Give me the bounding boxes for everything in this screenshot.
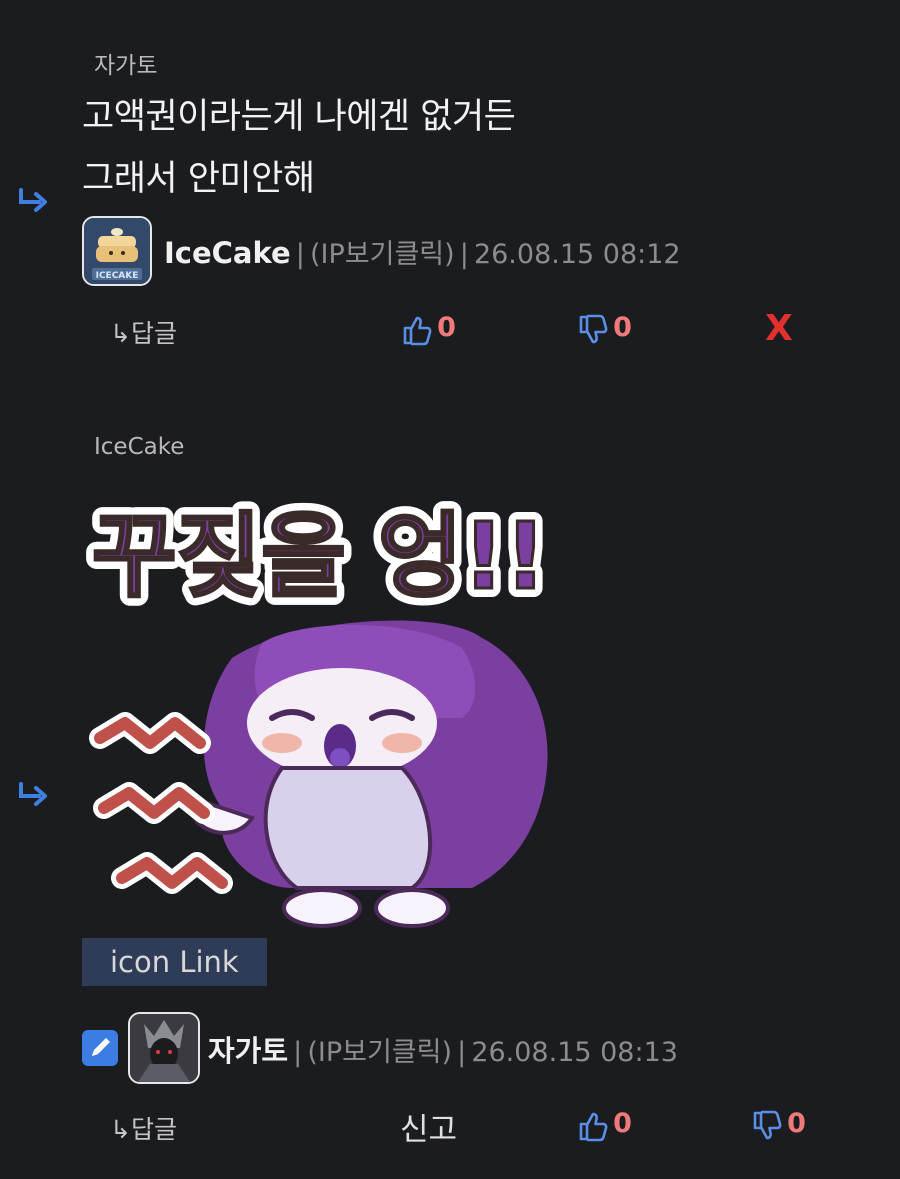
sticker-image: 꾸짖을 엉!! 꾸짖을 엉!!	[82, 468, 556, 938]
like-button[interactable]: 0	[578, 1108, 632, 1146]
avatar-logo-text: ICECAKE	[96, 271, 139, 281]
separator: |	[459, 239, 469, 270]
dislike-count: 0	[787, 1108, 806, 1139]
comment-text-line: 고액권이라는게 나에겐 없거든	[82, 97, 516, 137]
reply-to-user: 자가토	[94, 53, 158, 79]
ip-view-link[interactable]: (IP보기클릭)	[307, 1037, 452, 1068]
icon-link-button[interactable]: icon Link	[82, 938, 267, 986]
thumbs-up-icon	[578, 1110, 608, 1146]
delete-button[interactable]: X	[765, 308, 793, 349]
comment-text-line: 그래서 안미안해	[82, 159, 315, 199]
sticker-caption: 꾸짖을 엉!!	[92, 503, 547, 610]
reply-arrow-icon	[16, 780, 50, 816]
reply-button[interactable]: ↳답글	[110, 314, 177, 350]
dislike-button[interactable]: 0	[752, 1108, 806, 1146]
separator: |	[293, 1037, 303, 1068]
avatar[interactable]	[128, 1012, 200, 1084]
thumbs-down-icon	[578, 314, 608, 350]
author-name[interactable]: 자가토	[208, 1034, 288, 1068]
report-button[interactable]: 신고	[400, 1104, 457, 1149]
reply-arrow-icon	[16, 186, 50, 222]
like-count: 0	[437, 312, 456, 343]
dislike-count: 0	[613, 312, 632, 343]
like-button[interactable]: 0	[402, 312, 456, 350]
ip-view-link[interactable]: (IP보기클릭)	[310, 239, 455, 270]
author-name[interactable]: IceCake	[164, 236, 291, 270]
timestamp: 26.08.15 08:12	[473, 239, 681, 270]
thumbs-up-icon	[402, 314, 432, 350]
separator: |	[295, 239, 305, 270]
thumbs-down-icon	[752, 1110, 782, 1146]
like-count: 0	[613, 1108, 632, 1139]
reply-button[interactable]: ↳답글	[110, 1110, 177, 1146]
comment-meta: IceCake | (IP보기클릭) | 26.08.15 08:12	[164, 232, 681, 271]
separator: |	[457, 1037, 467, 1068]
comment-meta: 자가토 | (IP보기클릭) | 26.08.15 08:13	[208, 1028, 678, 1070]
reply-to-user: IceCake	[94, 434, 185, 460]
avatar[interactable]: ICECAKE	[82, 216, 152, 286]
timestamp: 26.08.15 08:13	[471, 1037, 678, 1068]
pencil-icon[interactable]	[82, 1030, 118, 1066]
dislike-button[interactable]: 0	[578, 312, 632, 350]
